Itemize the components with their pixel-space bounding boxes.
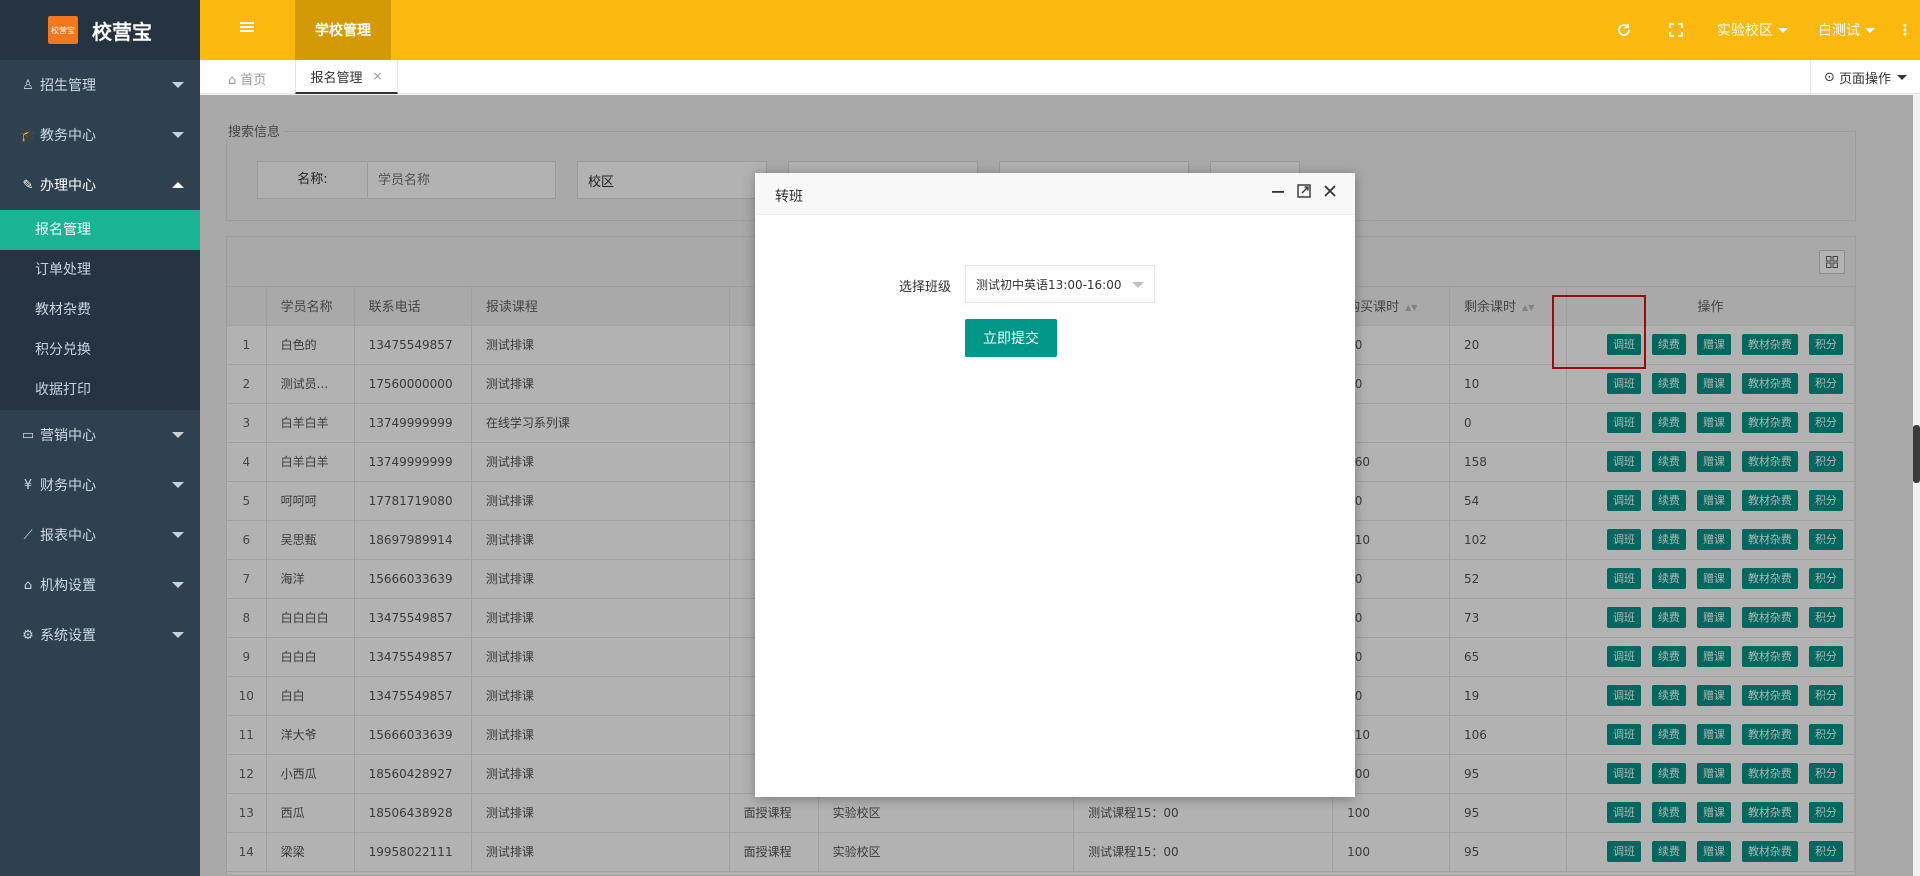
class-select-value: 测试初中英语13:00-16:00 <box>976 277 1122 292</box>
submenu-processing: 报名管理 订单处理 教材杂费 积分兑换 收据打印 <box>0 210 200 410</box>
yen-icon: ¥ <box>23 477 33 493</box>
class-select-label: 选择班级 <box>898 280 951 295</box>
dialog-window-controls <box>1265 183 1343 202</box>
chevron-down-icon <box>172 482 184 488</box>
menu-system[interactable]: ⚙ 系统设置 <box>0 610 200 660</box>
menu-label: 办理中心 <box>40 178 96 194</box>
menu-processing[interactable]: ✎ 办理中心 <box>0 160 200 210</box>
page-ops-dropdown[interactable]: ⊙ 页面操作 <box>1810 60 1920 94</box>
chevron-down-icon <box>172 132 184 138</box>
sidebar-item-receipts[interactable]: 收据打印 <box>0 370 200 410</box>
menu-label: 报表中心 <box>40 528 96 544</box>
sidebar-item-registration[interactable]: 报名管理 <box>0 210 200 250</box>
chevron-down-icon <box>1132 282 1144 288</box>
page-ops-label: 页面操作 <box>1838 71 1891 87</box>
close-icon[interactable]: × <box>372 69 382 83</box>
campus-dropdown[interactable]: 实验校区 <box>1702 20 1803 40</box>
graduation-cap-icon: 🎓 <box>20 127 37 143</box>
chevron-down-icon <box>172 82 184 88</box>
edit-icon: ✎ <box>22 177 34 193</box>
chevron-down-icon <box>172 582 184 588</box>
scroll-thumb[interactable] <box>1913 425 1920 483</box>
line-chart-icon: ⟋ <box>23 527 33 543</box>
laptop-icon: ▭ <box>21 427 35 443</box>
top-header: 学校管理 实验校区 白测试 ⋮ <box>200 0 1920 60</box>
menu-label: 招生管理 <box>40 78 96 94</box>
sidebar-item-points[interactable]: 积分兑换 <box>0 330 200 370</box>
person-icon: ♙ <box>22 77 34 93</box>
menu-label: 财务中心 <box>40 478 96 494</box>
menu-reports[interactable]: ⟋ 报表中心 <box>0 510 200 560</box>
bank-icon: ⌂ <box>23 577 33 593</box>
chevron-up-icon <box>172 182 184 188</box>
transfer-class-dialog: 转班 选择班级 测试初中英语13:00-16:00 立即提交 <box>755 173 1355 797</box>
sidebar-item-materials[interactable]: 教材杂费 <box>0 290 200 330</box>
header-actions: 实验校区 白测试 ⋮ <box>1598 0 1920 60</box>
fullscreen-icon[interactable] <box>1650 23 1702 37</box>
chevron-down-icon <box>172 532 184 538</box>
chevron-down-icon <box>172 632 184 638</box>
campus-label: 实验校区 <box>1717 23 1773 39</box>
sidebar: 校营宝 校营宝 ♙ 招生管理 🎓 教务中心 ✎ 办理中心 报名管理 订单处理 教… <box>0 0 200 876</box>
close-icon[interactable] <box>1317 183 1343 202</box>
logo-mark: 校营宝 <box>48 16 78 44</box>
menu-academic[interactable]: 🎓 教务中心 <box>0 110 200 160</box>
submit-button[interactable]: 立即提交 <box>965 319 1057 357</box>
maximize-icon[interactable] <box>1291 183 1317 202</box>
target-icon: ⊙ <box>1824 69 1835 85</box>
gears-icon: ⚙ <box>22 627 34 643</box>
menu-label: 营销中心 <box>40 428 96 444</box>
chevron-down-icon <box>1778 27 1788 33</box>
module-tab-school[interactable]: 学校管理 <box>295 0 391 60</box>
page-scrollbar[interactable] <box>1913 95 1920 876</box>
tab-home-label: 首页 <box>240 73 267 88</box>
app-name: 校营宝 <box>92 19 152 44</box>
menu-label: 教务中心 <box>40 128 96 144</box>
dialog-header: 转班 <box>755 173 1355 215</box>
menu-institution[interactable]: ⌂ 机构设置 <box>0 560 200 610</box>
chevron-down-icon <box>172 432 184 438</box>
tab-registration[interactable]: 报名管理 × <box>295 60 398 94</box>
more-vertical-icon[interactable]: ⋮ <box>1890 21 1920 39</box>
hamburger-menu-icon[interactable] <box>240 20 256 40</box>
logo[interactable]: 校营宝 校营宝 <box>0 0 200 60</box>
page-tabs: ⌂ 首页 报名管理 × ⊙ 页面操作 <box>200 60 1920 94</box>
menu-marketing[interactable]: ▭ 营销中心 <box>0 410 200 460</box>
chevron-down-icon <box>1865 27 1875 33</box>
class-select-row: 选择班级 测试初中英语13:00-16:00 <box>755 265 1355 303</box>
refresh-icon[interactable] <box>1598 23 1650 37</box>
tab-home[interactable]: ⌂ 首页 <box>228 69 266 88</box>
minimize-icon[interactable] <box>1265 183 1291 202</box>
user-dropdown[interactable]: 白测试 <box>1803 20 1890 40</box>
home-icon: ⌂ <box>228 73 237 88</box>
dialog-title: 转班 <box>775 189 803 205</box>
menu-finance[interactable]: ¥ 财务中心 <box>0 460 200 510</box>
menu-label: 系统设置 <box>40 628 96 644</box>
user-name: 白测试 <box>1818 23 1860 39</box>
class-select[interactable]: 测试初中英语13:00-16:00 <box>965 265 1155 303</box>
tab-label: 报名管理 <box>310 70 363 86</box>
sidebar-item-orders[interactable]: 订单处理 <box>0 250 200 290</box>
menu-label: 机构设置 <box>40 578 96 594</box>
menu-recruit[interactable]: ♙ 招生管理 <box>0 60 200 110</box>
chevron-down-icon <box>1896 74 1907 80</box>
